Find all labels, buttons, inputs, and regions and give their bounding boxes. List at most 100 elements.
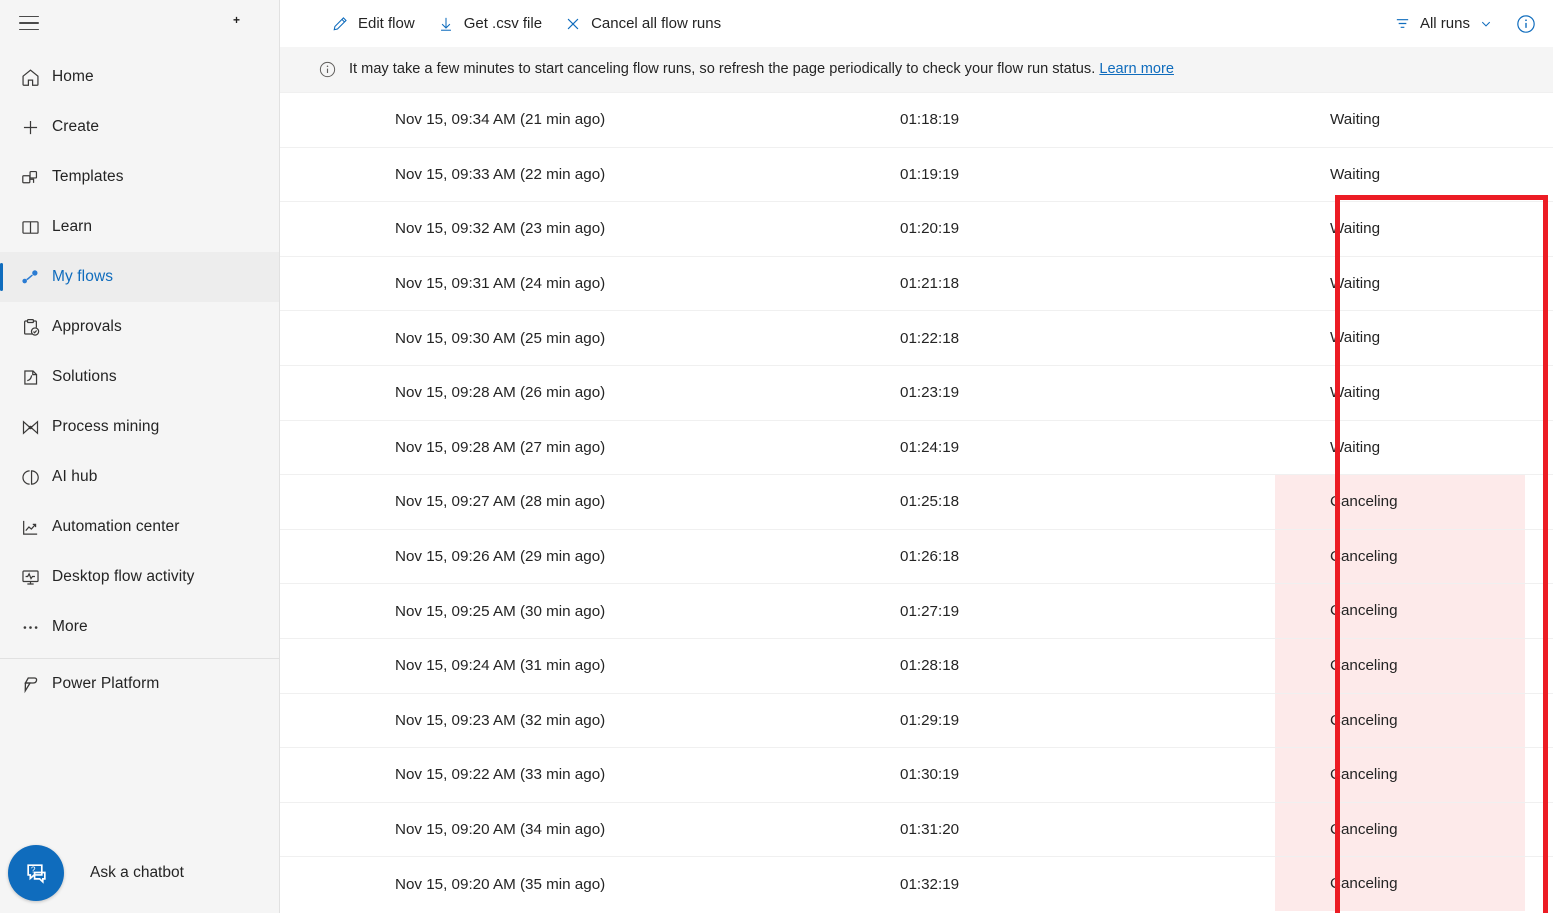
sidebar-item-ai-hub[interactable]: AI hub	[0, 452, 279, 502]
table-row[interactable]: Nov 15, 09:32 AM (23 min ago)01:20:19Wai…	[280, 202, 1553, 257]
run-status-cell: Canceling	[1275, 802, 1553, 857]
table-row[interactable]: Nov 15, 09:20 AM (35 min ago)01:32:19Can…	[280, 857, 1553, 911]
sidebar-item-solutions[interactable]: Solutions	[0, 352, 279, 402]
sidebar-item-my-flows[interactable]: My flows	[0, 252, 279, 302]
sidebar-item-create[interactable]: Create	[0, 102, 279, 152]
sidebar-item-desktop-flow-activity[interactable]: Desktop flow activity	[0, 552, 279, 602]
sidebar-header: +	[0, 0, 279, 46]
sidebar-item-power-platform[interactable]: Power Platform	[0, 659, 279, 709]
run-start-cell: Nov 15, 09:30 AM (25 min ago)	[280, 311, 900, 366]
run-status-cell: Waiting	[1275, 202, 1553, 257]
run-duration-cell: 01:19:19	[900, 147, 1275, 202]
cancel-all-flow-runs-button[interactable]: Cancel all flow runs	[553, 7, 732, 41]
sidebar-item-templates[interactable]: Templates	[0, 152, 279, 202]
ai-hub-icon	[8, 461, 52, 493]
status-badge: Waiting	[1275, 366, 1553, 420]
table-row[interactable]: Nov 15, 09:24 AM (31 min ago)01:28:18Can…	[280, 638, 1553, 693]
table-row[interactable]: Nov 15, 09:34 AM (21 min ago)01:18:19Wai…	[280, 93, 1553, 148]
status-badge: Waiting	[1275, 93, 1553, 147]
pencil-icon	[331, 15, 349, 33]
table-row[interactable]: Nov 15, 09:28 AM (27 min ago)01:24:19Wai…	[280, 420, 1553, 475]
status-badge: Waiting	[1275, 311, 1553, 365]
cancel-all-flow-runs-label: Cancel all flow runs	[591, 15, 721, 32]
table-row[interactable]: Nov 15, 09:28 AM (26 min ago)01:23:19Wai…	[280, 365, 1553, 420]
info-button[interactable]	[1515, 13, 1537, 35]
sidebar-item-learn[interactable]: Learn	[0, 202, 279, 252]
run-duration-cell: 01:32:19	[900, 857, 1275, 911]
status-badge: Waiting	[1275, 148, 1553, 202]
sidebar-item-label: Automation center	[52, 518, 180, 536]
sidebar-item-label: Templates	[52, 168, 124, 186]
get-csv-file-button[interactable]: Get .csv file	[426, 7, 553, 41]
sidebar-item-label: Approvals	[52, 318, 122, 336]
status-badge: Canceling	[1275, 857, 1525, 911]
status-badge: Canceling	[1275, 639, 1525, 693]
run-status-cell: Canceling	[1275, 475, 1553, 530]
all-runs-filter[interactable]: All runs	[1386, 7, 1501, 41]
run-status-cell: Canceling	[1275, 584, 1553, 639]
all-runs-label: All runs	[1420, 15, 1470, 32]
sidebar-item-approvals[interactable]: Approvals	[0, 302, 279, 352]
sidebar-item-label: More	[52, 618, 88, 636]
table-row[interactable]: Nov 15, 09:25 AM (30 min ago)01:27:19Can…	[280, 584, 1553, 639]
edit-flow-button[interactable]: Edit flow	[320, 7, 426, 41]
table-row[interactable]: Nov 15, 09:20 AM (34 min ago)01:31:20Can…	[280, 802, 1553, 857]
templates-icon	[8, 161, 52, 193]
table-row[interactable]: Nov 15, 09:22 AM (33 min ago)01:30:19Can…	[280, 748, 1553, 803]
status-badge: Canceling	[1275, 475, 1525, 529]
process-mining-icon	[8, 411, 52, 443]
download-arrow-icon	[437, 15, 455, 33]
run-status-cell: Canceling	[1275, 748, 1553, 803]
table-row[interactable]: Nov 15, 09:27 AM (28 min ago)01:25:18Can…	[280, 475, 1553, 530]
info-circle-icon	[318, 60, 337, 79]
get-csv-file-label: Get .csv file	[464, 15, 542, 32]
chatbot-label: Ask a chatbot	[90, 864, 184, 882]
status-badge: Waiting	[1275, 202, 1553, 256]
run-duration-cell: 01:20:19	[900, 202, 1275, 257]
svg-text:?: ?	[30, 864, 35, 874]
info-message-body: It may take a few minutes to start cance…	[349, 61, 1095, 77]
run-duration-cell: 01:18:19	[900, 93, 1275, 148]
sidebar-item-more[interactable]: More	[0, 602, 279, 652]
status-badge: Canceling	[1275, 584, 1525, 638]
status-badge: Canceling	[1275, 748, 1525, 802]
learn-more-link[interactable]: Learn more	[1099, 61, 1174, 77]
sidebar-item-automation-center[interactable]: Automation center	[0, 502, 279, 552]
sidebar: + Home Create	[0, 0, 280, 913]
book-icon	[8, 211, 52, 243]
sidebar-item-label: Create	[52, 118, 99, 136]
run-status-cell: Canceling	[1275, 857, 1553, 911]
ask-a-chatbot-button[interactable]: ? Ask a chatbot	[0, 845, 280, 901]
run-duration-cell: 01:25:18	[900, 475, 1275, 530]
hamburger-icon[interactable]	[14, 8, 44, 38]
status-badge: Waiting	[1275, 421, 1553, 475]
ellipsis-icon	[8, 611, 52, 643]
run-start-cell: Nov 15, 09:20 AM (34 min ago)	[280, 802, 900, 857]
sidebar-nav-list: Home Create Templates	[0, 46, 279, 709]
run-duration-cell: 01:21:18	[900, 256, 1275, 311]
sidebar-item-label: Power Platform	[52, 675, 159, 693]
chevron-down-icon	[1479, 17, 1493, 31]
flow-icon	[8, 261, 52, 293]
run-start-cell: Nov 15, 09:31 AM (24 min ago)	[280, 256, 900, 311]
run-duration-cell: 01:27:19	[900, 584, 1275, 639]
table-row[interactable]: Nov 15, 09:31 AM (24 min ago)01:21:18Wai…	[280, 256, 1553, 311]
close-x-icon	[564, 15, 582, 33]
run-start-cell: Nov 15, 09:26 AM (29 min ago)	[280, 529, 900, 584]
run-start-cell: Nov 15, 09:22 AM (33 min ago)	[280, 748, 900, 803]
status-badge: Canceling	[1275, 694, 1525, 748]
sidebar-item-home[interactable]: Home	[0, 52, 279, 102]
run-start-cell: Nov 15, 09:23 AM (32 min ago)	[280, 693, 900, 748]
automation-center-icon	[8, 511, 52, 543]
run-duration-cell: 01:29:19	[900, 693, 1275, 748]
table-row[interactable]: Nov 15, 09:23 AM (32 min ago)01:29:19Can…	[280, 693, 1553, 748]
table-row[interactable]: Nov 15, 09:33 AM (22 min ago)01:19:19Wai…	[280, 147, 1553, 202]
small-marker-icon: +	[233, 16, 242, 25]
run-start-cell: Nov 15, 09:32 AM (23 min ago)	[280, 202, 900, 257]
run-status-cell: Canceling	[1275, 693, 1553, 748]
run-start-cell: Nov 15, 09:28 AM (26 min ago)	[280, 365, 900, 420]
run-status-cell: Waiting	[1275, 147, 1553, 202]
sidebar-item-process-mining[interactable]: Process mining	[0, 402, 279, 452]
table-row[interactable]: Nov 15, 09:26 AM (29 min ago)01:26:18Can…	[280, 529, 1553, 584]
table-row[interactable]: Nov 15, 09:30 AM (25 min ago)01:22:18Wai…	[280, 311, 1553, 366]
